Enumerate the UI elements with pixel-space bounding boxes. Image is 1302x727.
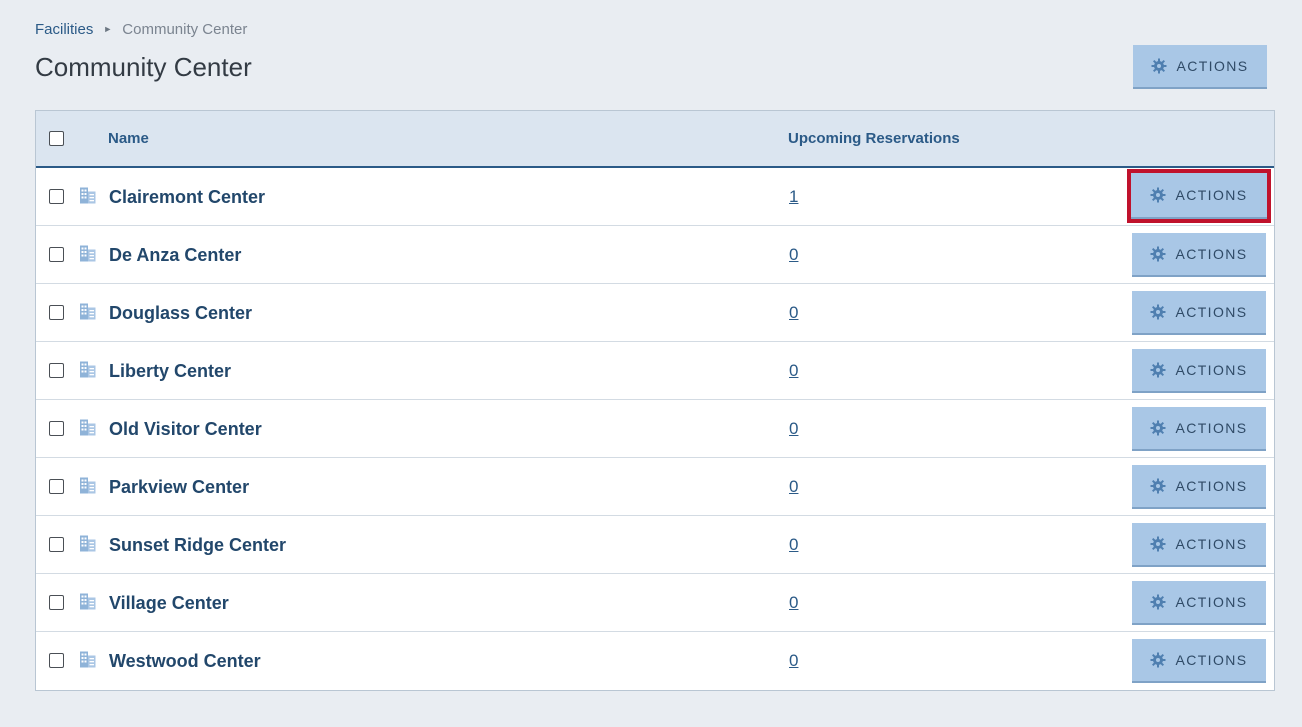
facility-name-link[interactable]: Parkview Center [109, 458, 249, 516]
row-actions-button[interactable]: ACTIONS [1132, 639, 1266, 683]
facility-name-link[interactable]: Village Center [109, 574, 229, 632]
row-checkbox[interactable] [49, 479, 64, 494]
row-actions: ACTIONS [1132, 523, 1266, 567]
upcoming-reservations-link[interactable]: 1 [789, 168, 798, 226]
building-icon [80, 361, 96, 378]
table-row: Parkview Center 0 ACTIONS [36, 458, 1274, 516]
row-actions-button[interactable]: ACTIONS [1132, 233, 1266, 277]
table-row: Westwood Center 0 ACTIONS [36, 632, 1274, 690]
building-icon [80, 651, 96, 668]
building-icon [80, 593, 96, 610]
facilities-table: Name Upcoming Reservations Clairemont Ce… [35, 110, 1275, 691]
gear-icon [1151, 58, 1167, 74]
table-row: Clairemont Center 1 ACTIONS [36, 168, 1274, 226]
building-icon [80, 535, 96, 552]
row-actions-label: ACTIONS [1175, 304, 1248, 320]
row-actions-button[interactable]: ACTIONS [1127, 169, 1271, 223]
table-row: Sunset Ridge Center 0 ACTIONS [36, 516, 1274, 574]
row-actions-label: ACTIONS [1175, 187, 1248, 203]
building-icon [80, 245, 96, 262]
row-actions-label: ACTIONS [1175, 536, 1248, 552]
gear-icon [1150, 652, 1166, 668]
row-actions-button[interactable]: ACTIONS [1132, 407, 1266, 451]
building-icon [80, 419, 96, 436]
gear-icon [1150, 420, 1166, 436]
gear-icon [1150, 594, 1166, 610]
row-checkbox[interactable] [49, 421, 64, 436]
row-checkbox[interactable] [49, 247, 64, 262]
row-actions: ACTIONS [1132, 465, 1266, 509]
row-actions-label: ACTIONS [1175, 362, 1248, 378]
upcoming-reservations-link[interactable]: 0 [789, 516, 798, 574]
page-title: Community Center [35, 52, 252, 82]
row-actions-label: ACTIONS [1175, 594, 1248, 610]
facility-name-link[interactable]: Westwood Center [109, 632, 261, 690]
building-icon [80, 477, 96, 494]
upcoming-reservations-link[interactable]: 0 [789, 284, 798, 342]
table-row: Liberty Center 0 ACTIONS [36, 342, 1274, 400]
header-actions: ACTIONS [1133, 45, 1268, 89]
row-actions-label: ACTIONS [1175, 652, 1248, 668]
building-icon [80, 303, 96, 320]
row-actions-label: ACTIONS [1175, 478, 1248, 494]
row-checkbox[interactable] [49, 189, 64, 204]
row-actions-button[interactable]: ACTIONS [1132, 291, 1266, 335]
upcoming-reservations-link[interactable]: 0 [789, 342, 798, 400]
upcoming-reservations-link[interactable]: 0 [789, 400, 798, 458]
table-body: Clairemont Center 1 ACTIONS De Anza Cent… [36, 168, 1274, 690]
gear-icon [1150, 362, 1166, 378]
row-checkbox[interactable] [49, 537, 64, 552]
page: Facilities ► Community Center Community … [0, 0, 1302, 727]
table-row: Old Visitor Center 0 ACTIONS [36, 400, 1274, 458]
row-actions: ACTIONS [1132, 639, 1266, 683]
breadcrumb: Facilities ► Community Center [35, 19, 247, 39]
row-actions-button[interactable]: ACTIONS [1132, 581, 1266, 625]
table-row: De Anza Center 0 ACTIONS [36, 226, 1274, 284]
breadcrumb-current: Community Center [122, 20, 248, 38]
select-all-checkbox[interactable] [49, 131, 64, 146]
column-header-upcoming-reservations[interactable]: Upcoming Reservations [788, 111, 960, 166]
row-actions: ACTIONS [1132, 233, 1266, 277]
table-row: Douglass Center 0 ACTIONS [36, 284, 1274, 342]
column-header-name[interactable]: Name [108, 111, 149, 166]
row-checkbox[interactable] [49, 595, 64, 610]
facility-name-link[interactable]: Sunset Ridge Center [109, 516, 286, 574]
table-header: Name Upcoming Reservations [36, 111, 1274, 168]
row-actions-label: ACTIONS [1175, 420, 1248, 436]
row-actions: ACTIONS [1132, 581, 1266, 625]
triangle-right-icon: ► [103, 24, 113, 34]
row-actions: ACTIONS [1127, 169, 1271, 223]
gear-icon [1150, 304, 1166, 320]
row-checkbox[interactable] [49, 363, 64, 378]
gear-icon [1150, 536, 1166, 552]
gear-icon [1150, 187, 1166, 203]
gear-icon [1150, 246, 1166, 262]
breadcrumb-facilities-link[interactable]: Facilities [35, 21, 93, 38]
page-actions-label: ACTIONS [1176, 58, 1249, 74]
upcoming-reservations-link[interactable]: 0 [789, 574, 798, 632]
facility-name-link[interactable]: Clairemont Center [109, 168, 265, 226]
facility-name-link[interactable]: Old Visitor Center [109, 400, 262, 458]
row-checkbox[interactable] [49, 305, 64, 320]
row-actions: ACTIONS [1132, 291, 1266, 335]
table-row: Village Center 0 ACTIONS [36, 574, 1274, 632]
upcoming-reservations-link[interactable]: 0 [789, 226, 798, 284]
row-actions-button[interactable]: ACTIONS [1132, 349, 1266, 393]
page-actions-button[interactable]: ACTIONS [1133, 45, 1267, 89]
row-actions: ACTIONS [1132, 349, 1266, 393]
row-actions: ACTIONS [1132, 407, 1266, 451]
gear-icon [1150, 478, 1166, 494]
building-icon [80, 187, 96, 204]
upcoming-reservations-link[interactable]: 0 [789, 632, 798, 690]
facility-name-link[interactable]: Liberty Center [109, 342, 231, 400]
facility-name-link[interactable]: Douglass Center [109, 284, 252, 342]
facility-name-link[interactable]: De Anza Center [109, 226, 241, 284]
row-actions-button[interactable]: ACTIONS [1132, 523, 1266, 567]
row-checkbox[interactable] [49, 653, 64, 668]
row-actions-label: ACTIONS [1175, 246, 1248, 262]
row-actions-button[interactable]: ACTIONS [1132, 465, 1266, 509]
upcoming-reservations-link[interactable]: 0 [789, 458, 798, 516]
